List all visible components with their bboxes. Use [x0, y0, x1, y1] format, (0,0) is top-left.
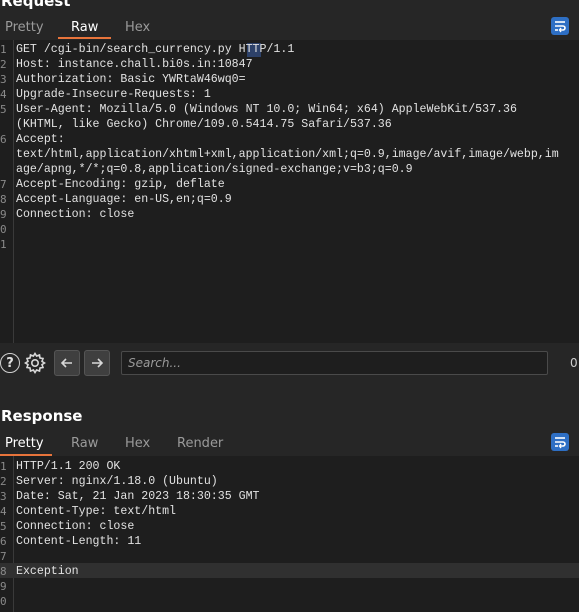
forward-button[interactable]: [84, 350, 110, 376]
request-tab-pretty[interactable]: Pretty: [5, 20, 44, 35]
response-text-wrap-button[interactable]: [551, 433, 569, 451]
response-tab-bar: Pretty Raw Hex Render: [0, 432, 579, 456]
request-line-number: [0, 147, 11, 162]
request-tab-raw[interactable]: Raw: [71, 20, 98, 35]
request-code-line: Connection: close: [16, 208, 135, 221]
response-code-line: [16, 594, 576, 609]
request-line-number: 7: [0, 178, 7, 191]
arrow-left-icon: [60, 358, 72, 368]
request-code-line: Upgrade-Insecure-Requests: 1: [16, 88, 211, 101]
response-line-number: 7: [0, 550, 7, 563]
request-active-tab-indicator: [58, 37, 111, 39]
response-line-number: 3: [0, 490, 7, 503]
response-tab-raw[interactable]: Raw: [71, 436, 98, 451]
response-line-number: 0: [0, 595, 7, 608]
request-code-line: [16, 237, 576, 252]
request-code-line: User-Agent: Mozilla/5.0 (Windows NT 10.0…: [16, 103, 517, 116]
request-code-line: Accept-Language: en-US,en;q=0.9: [16, 193, 232, 206]
response-line-number: 8: [0, 565, 7, 578]
response-line-number: 5: [0, 520, 7, 533]
request-code-line: Host: instance.chall.bi0s.in:10847: [16, 58, 253, 71]
settings-button[interactable]: [23, 351, 47, 375]
search-match-count: 0: [570, 356, 578, 370]
response-editor[interactable]: 1 HTTP/1.1 200 OK 2 Server: nginx/1.18.0 (U…: [0, 456, 579, 612]
request-code-line: GET /cgi-bin/search_currency.py HTTP/1.1: [16, 43, 295, 56]
response-code-line: Date: Sat, 21 Jan 2023 18:30:35 GMT: [16, 490, 260, 503]
request-line-number: 2: [0, 58, 7, 71]
request-code-line: Authorization: Basic YWRtaW46wq0=: [16, 73, 246, 86]
request-line-number: 4: [0, 88, 7, 101]
request-title: Request: [1, 0, 71, 10]
gear-icon: [24, 352, 46, 374]
request-line-number: 1: [0, 43, 7, 56]
response-code-line: Content-Type: text/html: [16, 505, 177, 518]
request-search-toolbar: ? Search... 0: [0, 343, 579, 383]
arrow-right-icon: [92, 358, 104, 368]
request-code-line: Accept:: [16, 133, 65, 146]
request-line-number: 3: [0, 73, 7, 86]
response-code-line: [16, 549, 576, 564]
request-code-line: (KHTML, like Gecko) Chrome/109.0.5414.75…: [16, 118, 392, 131]
request-code-line: text/html,application/xhtml+xml,applicat…: [16, 148, 559, 161]
response-code-line: Server: nginx/1.18.0 (Ubuntu): [16, 475, 218, 488]
request-tab-bar: Pretty Raw Hex: [0, 16, 579, 40]
text-wrap-icon: [555, 21, 566, 33]
request-line-number: 1: [0, 238, 7, 251]
response-tab-render[interactable]: Render: [177, 436, 223, 451]
request-line-number: 6: [0, 133, 7, 146]
response-tab-pretty[interactable]: Pretty: [5, 436, 44, 451]
response-tab-hex[interactable]: Hex: [125, 436, 150, 451]
request-code-line: [16, 222, 576, 237]
request-code-line: Accept-Encoding: gzip, deflate: [16, 178, 225, 191]
request-line-number: [0, 117, 11, 132]
request-line-number: 9: [0, 208, 7, 221]
response-line-number: 9: [0, 580, 7, 593]
response-code-line: Content-Length: 11: [16, 535, 142, 548]
request-code-line: age/apng,*/*;q=0.8,application/signed-ex…: [16, 163, 413, 176]
request-line-number: 0: [0, 223, 7, 236]
response-code-line: [16, 579, 576, 594]
back-button[interactable]: [54, 350, 80, 376]
text-wrap-icon: [555, 437, 566, 449]
request-line-number: 5: [0, 103, 7, 116]
help-button[interactable]: ?: [0, 353, 20, 373]
response-line-number: 2: [0, 475, 7, 488]
request-text-wrap-button[interactable]: [551, 17, 569, 35]
response-line-number: 4: [0, 505, 7, 518]
request-line-number: [0, 162, 11, 177]
search-input[interactable]: Search...: [121, 351, 548, 375]
request-editor[interactable]: 1 GET /cgi-bin/search_currency.py HTTP/1.…: [0, 40, 579, 343]
response-code-line: HTTP/1.1 200 OK: [16, 460, 121, 473]
request-tab-hex[interactable]: Hex: [125, 20, 150, 35]
request-line-number: 8: [0, 193, 7, 206]
response-code-line: Exception: [16, 565, 79, 578]
response-code-line: Connection: close: [16, 520, 135, 533]
help-icon: ?: [6, 355, 14, 371]
response-line-number: 6: [0, 535, 7, 548]
response-title: Response: [1, 407, 83, 425]
response-line-number: 1: [0, 460, 7, 473]
